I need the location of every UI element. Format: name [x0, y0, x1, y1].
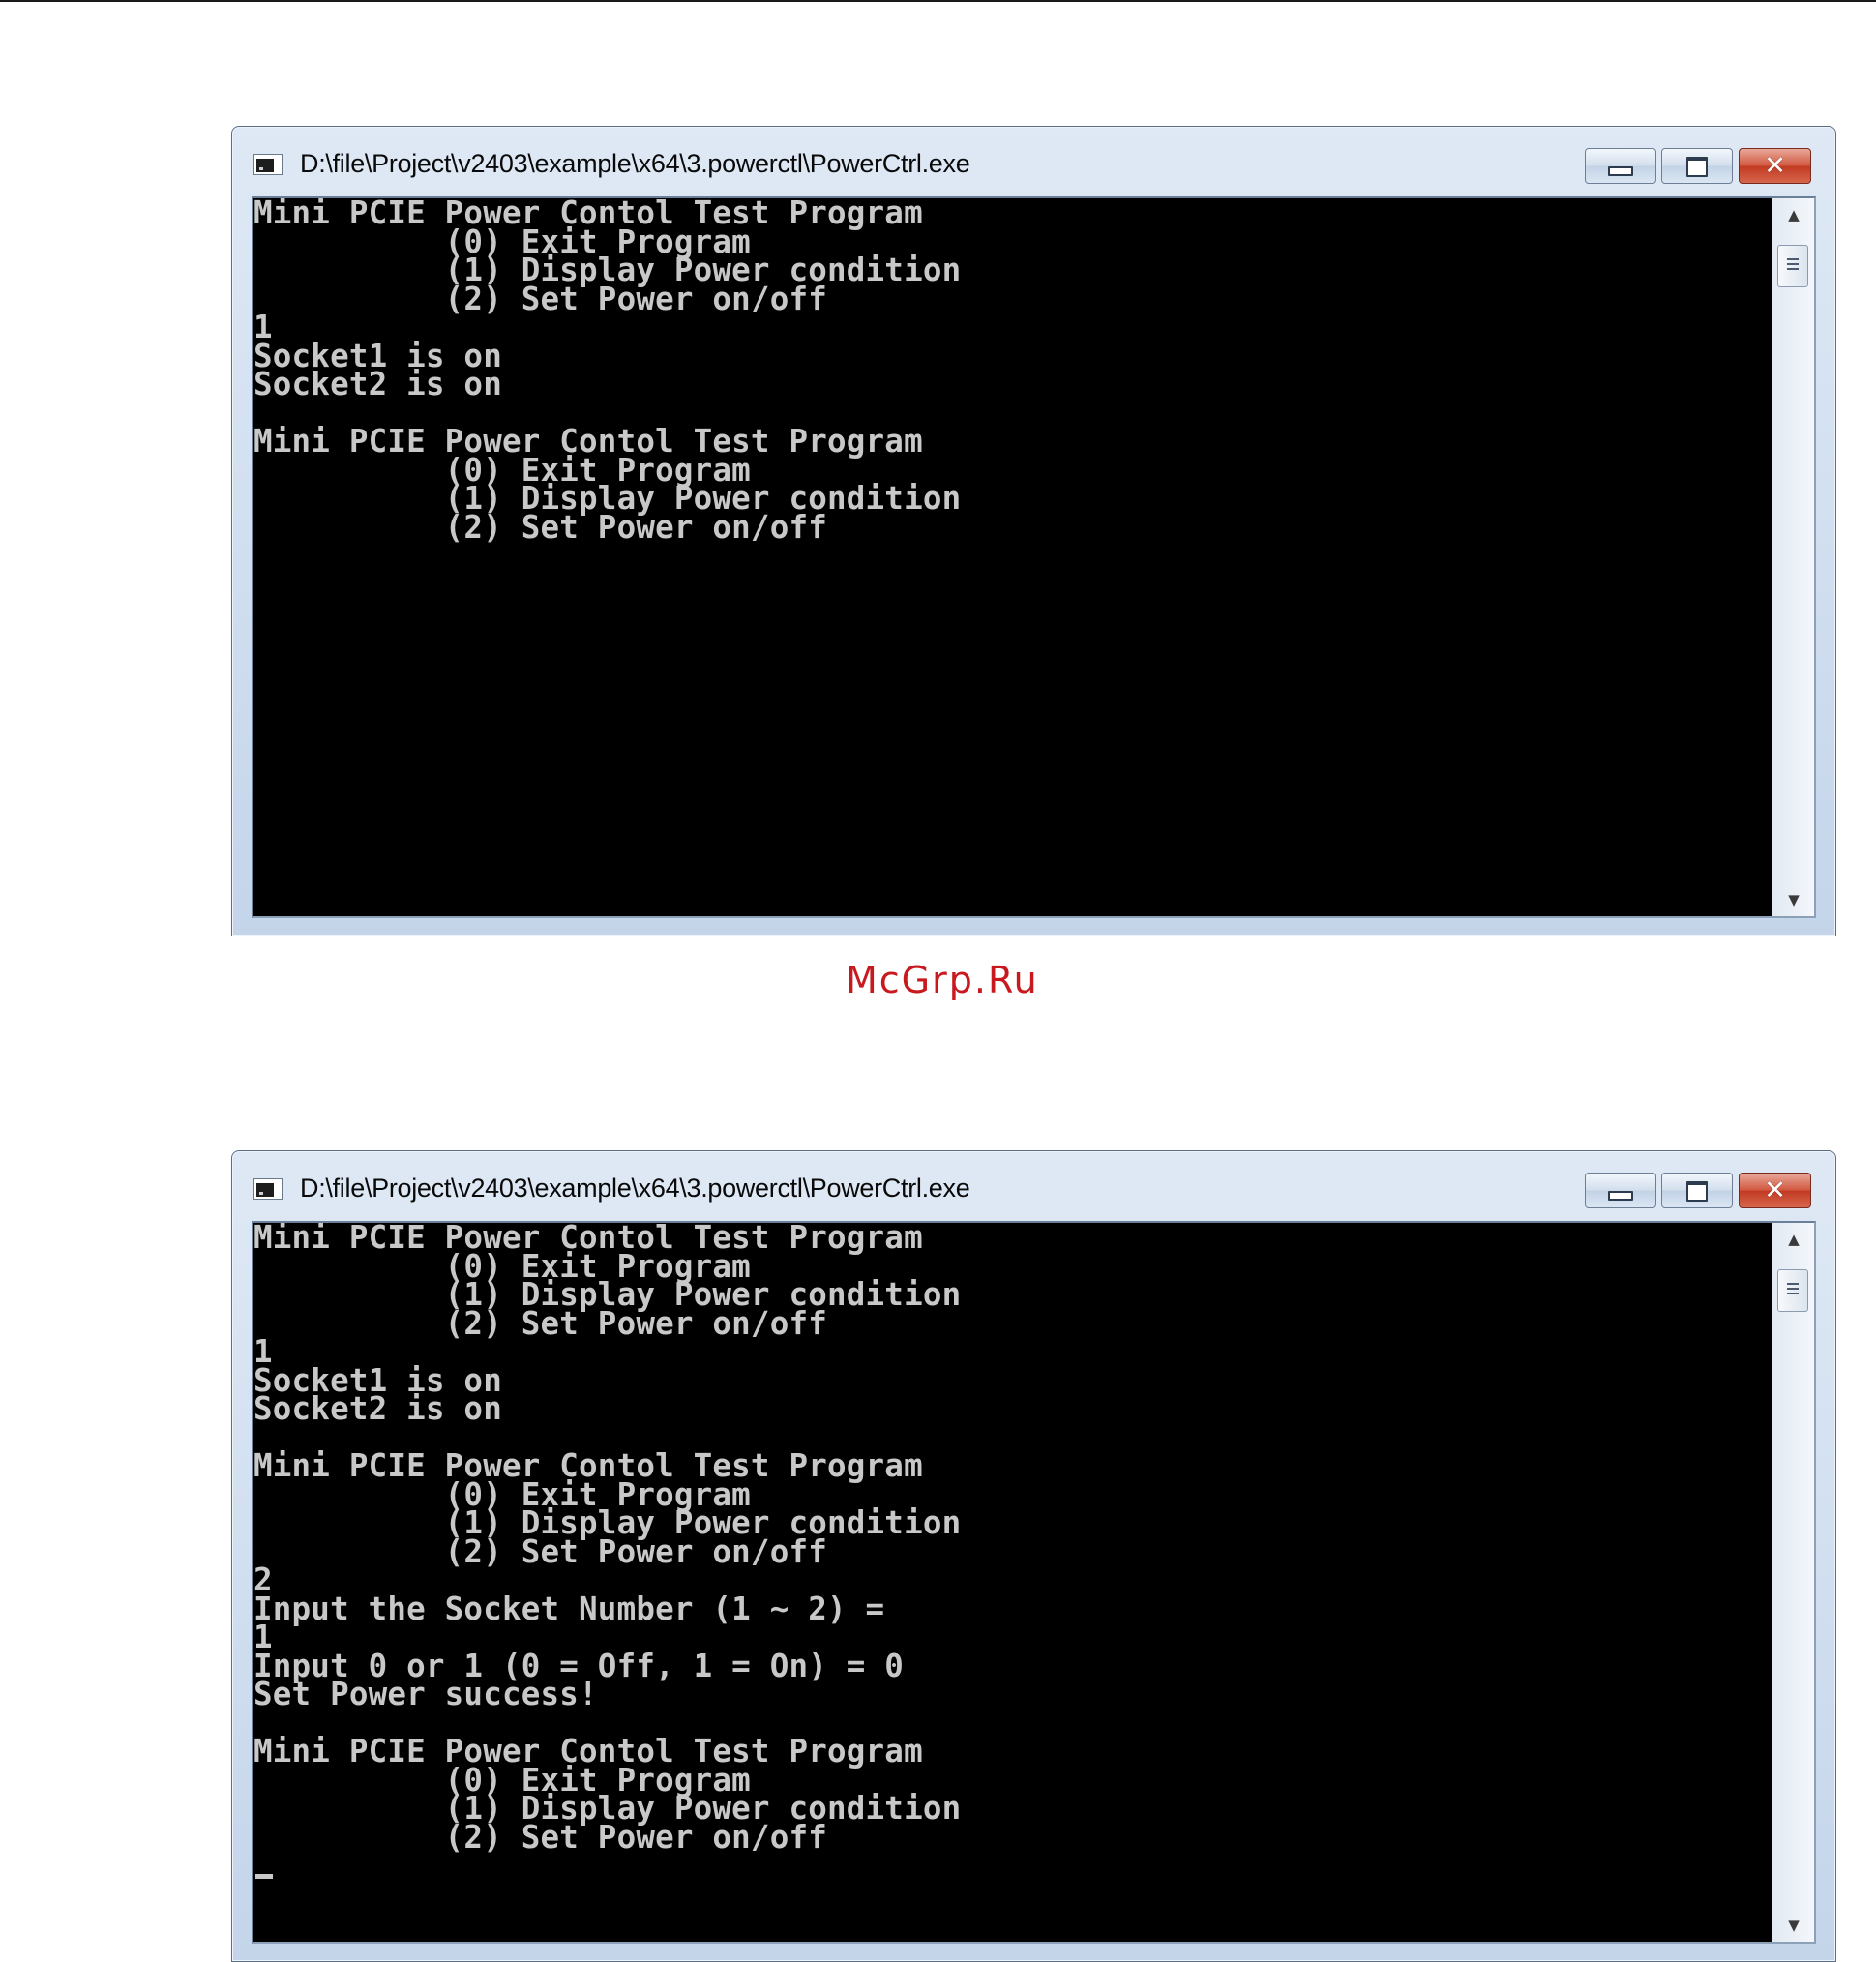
scroll-down-arrow-icon[interactable]: ▼ — [1772, 883, 1814, 916]
console-output-area[interactable]: Mini PCIE Power Contol Test Program (0) … — [252, 196, 1816, 918]
maximize-icon — [1686, 1181, 1708, 1202]
text-cursor — [255, 1874, 273, 1879]
console-app-icon[interactable] — [253, 154, 283, 175]
scroll-up-arrow-icon[interactable]: ▲ — [1772, 198, 1814, 231]
minimize-icon — [1608, 166, 1633, 176]
scroll-up-arrow-icon[interactable]: ▲ — [1772, 1223, 1814, 1256]
minimize-icon — [1608, 1191, 1633, 1201]
scrollbar-thumb[interactable] — [1777, 1269, 1808, 1312]
scroll-down-arrow-icon[interactable]: ▼ — [1772, 1909, 1814, 1942]
title-bar[interactable]: D:\file\Project\v2403\example\x64\3.powe… — [232, 1151, 1835, 1221]
maximize-button[interactable] — [1661, 1173, 1733, 1208]
scrollbar-thumb[interactable] — [1777, 245, 1808, 287]
console-output-text: Mini PCIE Power Contol Test Program (0) … — [253, 196, 962, 546]
minimize-button[interactable] — [1585, 148, 1656, 184]
minimize-button[interactable] — [1585, 1173, 1656, 1208]
close-button[interactable]: ✕ — [1739, 148, 1811, 184]
console-output-area[interactable]: Mini PCIE Power Contol Test Program (0) … — [252, 1221, 1816, 1944]
vertical-scrollbar[interactable]: ▲ ▼ — [1772, 198, 1814, 916]
console-window-2[interactable]: D:\file\Project\v2403\example\x64\3.powe… — [231, 1150, 1836, 1962]
watermark-text: McGrp.Ru — [846, 959, 1039, 1001]
close-icon: ✕ — [1764, 1175, 1786, 1205]
close-button[interactable]: ✕ — [1739, 1173, 1811, 1208]
vertical-scrollbar[interactable]: ▲ ▼ — [1772, 1223, 1814, 1942]
console-app-icon[interactable] — [253, 1178, 283, 1200]
window-title: D:\file\Project\v2403\example\x64\3.powe… — [300, 1174, 970, 1203]
page-top-rule — [0, 0, 1876, 2]
console-output-text: Mini PCIE Power Contol Test Program (0) … — [253, 1221, 962, 1856]
window-title: D:\file\Project\v2403\example\x64\3.powe… — [300, 149, 970, 178]
maximize-button[interactable] — [1661, 148, 1733, 184]
close-icon: ✕ — [1764, 151, 1786, 181]
title-bar[interactable]: D:\file\Project\v2403\example\x64\3.powe… — [232, 127, 1835, 196]
console-window-1[interactable]: D:\file\Project\v2403\example\x64\3.powe… — [231, 126, 1836, 936]
maximize-icon — [1686, 157, 1708, 177]
